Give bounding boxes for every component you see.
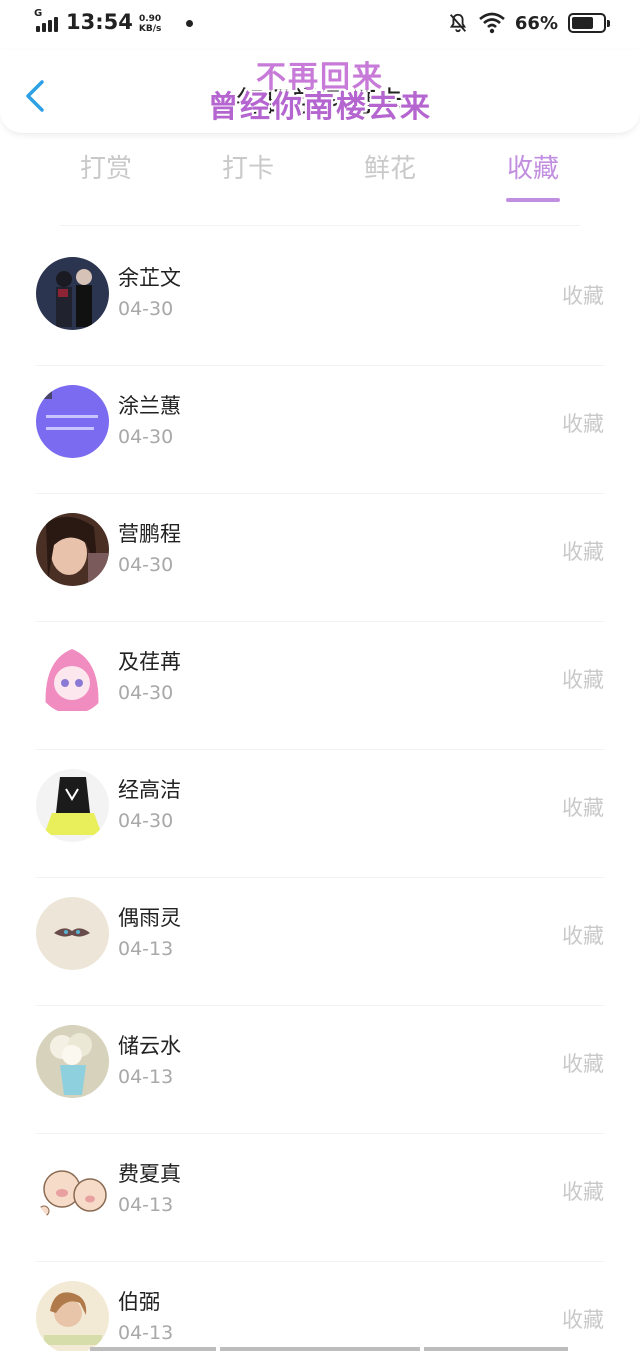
list-item[interactable]: 费夏真 04-13 收藏 <box>0 1134 640 1262</box>
favorite-label[interactable]: 收藏 <box>562 1304 604 1334</box>
tabs-divider <box>60 225 580 226</box>
net-speed-value: 0.90 <box>138 14 162 24</box>
list-item[interactable]: 经高洁 04-30 收藏 <box>0 750 640 878</box>
bell-off-icon <box>449 13 467 33</box>
item-date: 04-13 <box>118 1066 174 1088</box>
avatar <box>36 1153 109 1226</box>
item-date: 04-13 <box>118 938 174 960</box>
avatar <box>36 385 109 458</box>
tab-checkin[interactable]: 打卡 <box>188 148 308 185</box>
favorite-label[interactable]: 收藏 <box>562 280 604 310</box>
status-left: G 13:54 0.90 KB/s <box>34 8 161 34</box>
user-name: 余芷文 <box>118 266 181 290</box>
avatar <box>36 1025 109 1098</box>
list-item[interactable]: 储云水 04-13 收藏 <box>0 1006 640 1134</box>
signal-icon: G <box>34 8 62 34</box>
item-date: 04-30 <box>118 298 174 320</box>
user-name: 储云水 <box>118 1034 181 1058</box>
sticker-text-bottom: 曾经你南楼去来 <box>208 90 432 125</box>
favorite-label[interactable]: 收藏 <box>562 1176 604 1206</box>
avatar <box>36 513 109 586</box>
app-header: 每日学习打卡 不再回来 曾经你南楼去来 <box>0 50 640 134</box>
favorite-label[interactable]: 收藏 <box>562 1048 604 1078</box>
notification-dot <box>186 20 193 27</box>
bottom-edge-strip <box>90 1347 216 1351</box>
user-name: 涂兰蕙 <box>118 394 181 418</box>
tab-active-indicator <box>506 198 560 202</box>
tab-flowers[interactable]: 鲜花 <box>330 148 450 185</box>
network-type: G <box>34 8 43 19</box>
item-date: 04-13 <box>118 1322 174 1344</box>
item-date: 04-30 <box>118 554 174 576</box>
bottom-edge-strip <box>424 1347 568 1351</box>
avatar <box>36 897 109 970</box>
battery-percent: 66% <box>514 12 558 34</box>
tab-reward[interactable]: 打赏 <box>46 148 166 185</box>
favorite-label[interactable]: 收藏 <box>562 408 604 438</box>
favorite-label[interactable]: 收藏 <box>562 920 604 950</box>
net-speed: 0.90 KB/s <box>139 14 161 34</box>
user-name: 及荏苒 <box>118 650 181 674</box>
status-bar: G 13:54 0.90 KB/s 66% <box>0 0 640 50</box>
list-item[interactable]: 涂兰蕙 04-30 收藏 <box>0 366 640 494</box>
item-date: 04-13 <box>118 1194 174 1216</box>
list-item[interactable]: 余芷文 04-30 收藏 <box>0 238 640 366</box>
item-date: 04-30 <box>118 810 174 832</box>
avatar <box>36 1281 109 1351</box>
tab-favorites[interactable]: 收藏 <box>473 148 593 185</box>
item-date: 04-30 <box>118 682 174 704</box>
avatar <box>36 769 109 842</box>
user-name: 营鹏程 <box>118 522 181 546</box>
list-item[interactable]: 营鹏程 04-30 收藏 <box>0 494 640 622</box>
status-right: 66% <box>447 12 610 34</box>
tab-bar: 打赏 打卡 鲜花 收藏 <box>0 148 640 208</box>
user-name: 偶雨灵 <box>118 906 181 930</box>
list-item[interactable]: 及荏苒 04-30 收藏 <box>0 622 640 750</box>
user-name: 经高洁 <box>118 778 181 802</box>
battery-icon <box>568 13 610 33</box>
favorite-label[interactable]: 收藏 <box>562 664 604 694</box>
wifi-icon <box>479 12 505 34</box>
item-date: 04-30 <box>118 426 174 448</box>
bottom-edge-strip <box>220 1347 420 1351</box>
user-name: 费夏真 <box>118 1162 181 1186</box>
favorites-list: 余芷文 04-30 收藏 涂兰蕙 04-30 收藏 营鹏程 04-30 收藏 及… <box>0 238 640 1351</box>
favorite-label[interactable]: 收藏 <box>562 792 604 822</box>
avatar <box>36 257 109 330</box>
user-name: 伯弼 <box>118 1290 160 1314</box>
favorite-label[interactable]: 收藏 <box>562 536 604 566</box>
net-speed-unit: KB/s <box>138 24 162 34</box>
status-time: 13:54 <box>66 10 133 34</box>
list-item[interactable]: 偶雨灵 04-13 收藏 <box>0 878 640 1006</box>
list-item[interactable]: 伯弼 04-13 收藏 <box>0 1262 640 1351</box>
avatar <box>36 641 109 714</box>
